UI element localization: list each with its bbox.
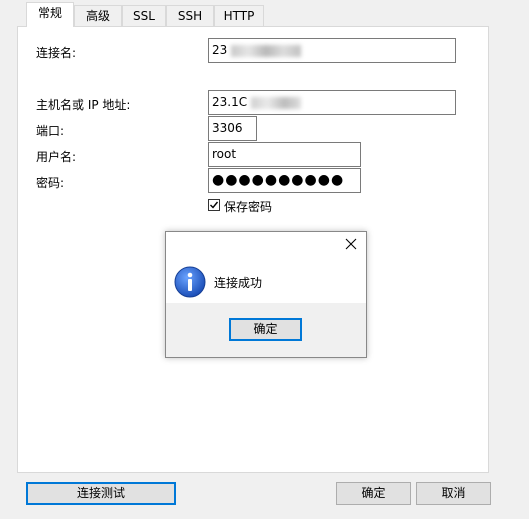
- dialog-ok-label: 确定: [253, 322, 278, 336]
- host-input[interactable]: 23.1C: [208, 90, 456, 115]
- ok-button[interactable]: 确定: [336, 482, 411, 505]
- tab-ssh[interactable]: SSH: [166, 5, 214, 26]
- dialog-footer: 确定: [166, 303, 366, 357]
- save-password-label: 保存密码: [224, 200, 273, 214]
- connection-name-input[interactable]: 23: [208, 38, 456, 63]
- dialog-message: 连接成功: [214, 276, 263, 290]
- username-input[interactable]: root: [208, 142, 361, 167]
- checkmark-icon: [210, 201, 219, 209]
- redacted-text: [250, 96, 301, 109]
- host-label: 主机名或 IP 地址:: [36, 98, 131, 112]
- tab-http[interactable]: HTTP: [214, 5, 264, 26]
- close-icon[interactable]: [344, 237, 358, 251]
- cancel-button[interactable]: 取消: [416, 482, 491, 505]
- save-password-checkbox[interactable]: [208, 199, 220, 211]
- tab-advanced[interactable]: 高级: [74, 5, 122, 26]
- tab-http-label: HTTP: [223, 9, 255, 23]
- port-label: 端口:: [36, 124, 65, 138]
- dialog-title-bar: [166, 232, 366, 258]
- tab-ssh-label: SSH: [177, 9, 203, 23]
- test-connection-button[interactable]: 连接测试: [26, 482, 176, 505]
- tab-general[interactable]: 常规: [26, 2, 74, 27]
- connection-window: 常规 高级 SSL SSH HTTP 连接名: 23 主机名或 IP 地址: 2…: [0, 0, 529, 519]
- host-value: 23.1C: [212, 95, 248, 109]
- ok-label: 确定: [361, 486, 386, 500]
- username-label: 用户名:: [36, 150, 77, 164]
- password-label: 密码:: [36, 176, 65, 190]
- dialog-ok-button[interactable]: 确定: [229, 318, 302, 341]
- password-input[interactable]: ●●●●●●●●●●: [208, 168, 361, 193]
- tab-advanced-label: 高级: [85, 9, 110, 23]
- tab-ssl[interactable]: SSL: [122, 5, 166, 26]
- connection-name-label: 连接名:: [36, 46, 77, 60]
- tab-ssl-label: SSL: [133, 9, 155, 23]
- test-connection-label: 连接测试: [76, 486, 125, 500]
- info-icon: [174, 266, 206, 298]
- message-dialog: 连接成功 确定: [165, 231, 367, 358]
- tab-general-label: 常规: [37, 6, 62, 20]
- redacted-text: [231, 44, 302, 57]
- password-value: ●●●●●●●●●●: [212, 172, 345, 188]
- username-value: root: [212, 147, 237, 161]
- connection-name-value: 23: [212, 43, 228, 57]
- cancel-label: 取消: [441, 486, 466, 500]
- port-value: 3306: [212, 121, 243, 135]
- port-input[interactable]: 3306: [208, 116, 257, 141]
